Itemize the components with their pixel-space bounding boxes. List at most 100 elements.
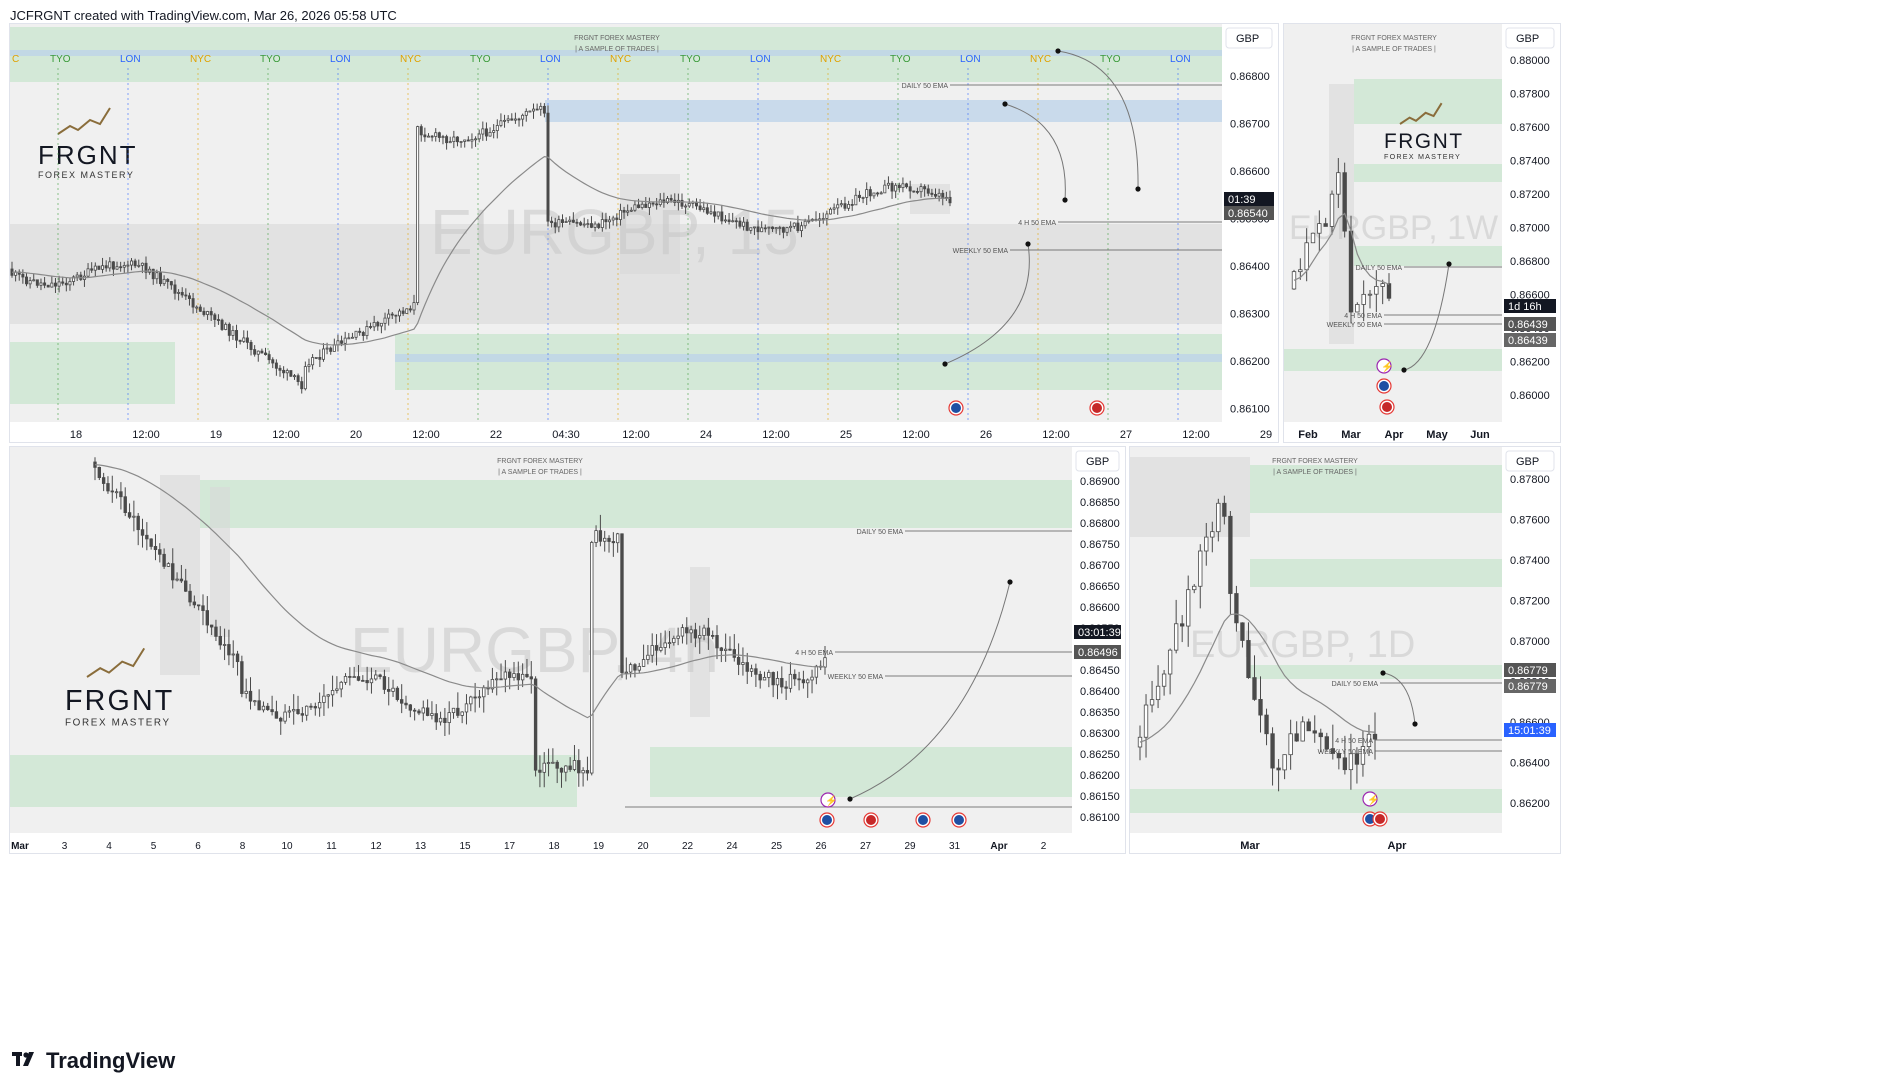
candle-body [132,515,136,518]
candle-body [507,671,512,678]
price-tick-label: 0.87600 [1510,515,1550,527]
candle-body [1298,269,1303,273]
eu-flag-event-icon[interactable] [1376,378,1392,394]
candle-body [240,661,244,694]
candle-body [590,542,594,774]
candle-body [214,626,218,637]
candle-body [358,330,362,333]
candle-body [383,317,387,324]
candle-body [781,227,785,233]
candle-body [317,702,322,709]
candle-body [303,366,307,390]
lightning-event-icon[interactable]: ⚡ [820,792,837,808]
chart-panel-15m[interactable]: EURGBP, 15 FRGNT FOREX MASTERY | A SAMPLE … [9,23,1279,443]
time-tick-label: 2 [1041,841,1047,852]
arrow-end-dot [1412,721,1418,727]
candle-body [843,203,847,209]
candle-body [464,703,469,713]
candle-body [676,635,680,639]
candle-body [127,512,132,518]
zone-box [200,480,1072,528]
candle-body [220,319,224,330]
candle-body [745,662,749,672]
candle-body [603,537,607,542]
gb-flag-event-icon[interactable] [1089,400,1105,416]
candle-body [806,679,810,684]
candle-body [734,220,738,223]
time-tick-label: 29 [1260,429,1272,441]
candle-body [825,213,829,219]
candle-body [680,627,685,637]
candle-body [202,310,206,315]
price-tick-label: 0.86700 [1080,560,1120,572]
candle-body [1222,502,1227,517]
time-tick-label: Mar [11,841,29,852]
eu-flag-event-icon[interactable] [951,812,967,828]
candle-body [448,141,452,144]
candle-body [361,679,365,682]
candle-body [326,694,330,697]
candle-body [738,220,742,227]
candle-body [86,268,90,277]
tradingview-brand[interactable]: TradingView [12,1048,175,1074]
candle-body [300,381,304,390]
time-tick-label: 26 [815,841,827,852]
candle-body [771,672,775,686]
candle-body [1282,754,1287,771]
candle-body [763,227,767,230]
candle-body [568,219,572,222]
candle-body [555,761,559,769]
candle-body [376,322,380,327]
currency-label: GBP [1086,456,1109,468]
candle-body [166,278,170,282]
eu-flag-event-icon[interactable] [915,812,931,828]
chart-panel-4h[interactable]: EURGBP, 4h FRGNT FOREX MASTERY | A SAMPLE … [9,446,1126,854]
candle-body [101,477,106,484]
candle-body [647,202,651,208]
candle-body [287,710,292,713]
time-tick-label: 27 [860,841,872,852]
svg-text:⚡: ⚡ [825,794,837,807]
eu-flag-event-icon[interactable] [819,812,835,828]
price-tick-label: 0.87800 [1510,474,1550,486]
ema-level-label: WEEKLY 50 EMA [828,674,884,681]
candle-body [754,668,758,675]
candle-body [628,664,633,673]
candle-body [304,705,309,716]
candle-body [546,762,551,764]
candle-body [495,678,499,681]
gb-flag-event-icon[interactable] [863,812,879,828]
candle-body [598,530,603,542]
candle-body [466,139,470,142]
gb-flag-event-icon[interactable] [1379,399,1395,415]
candle-body [723,219,727,222]
eu-flag-event-icon[interactable] [948,400,964,416]
ema-level-label: WEEKLY 50 EMA [1327,322,1383,329]
ema-level-label: DAILY 50 EMA [857,529,904,536]
candle-body [1276,767,1281,771]
candle-body [778,227,782,229]
arrow-end-dot [1025,241,1031,247]
price-tick-label: 0.87800 [1510,89,1550,101]
candle-body [348,676,352,678]
candle-body [1234,593,1239,624]
gb-flag-event-icon[interactable] [1372,811,1388,827]
session-label: TYO [890,54,911,65]
chart-panel-1w[interactable]: EURGBP, 1W FRGNT FOREX MASTERY | A SAMPLE … [1283,23,1561,443]
logo-chart-icon [86,647,146,678]
lightning-event-icon[interactable]: ⚡ [1376,358,1393,374]
arrow-end-dot [1062,197,1068,203]
candle-body [285,370,289,374]
candle-body [296,375,300,382]
candle-body [1258,699,1263,716]
ema-level-label: 4 H 50 EMA [1344,313,1382,320]
candle-body [104,265,108,269]
candle-body [1294,733,1299,742]
candle-body [807,220,811,223]
candle-body [789,225,793,229]
candle-body [1312,730,1317,734]
candle-body [271,359,275,364]
lightning-event-icon[interactable]: ⚡ [1362,791,1379,807]
candle-body [64,282,68,286]
chart-panel-1d[interactable]: EURGBP, 1D FRGNT FOREX MASTERY | A SAMPLE … [1129,446,1561,854]
